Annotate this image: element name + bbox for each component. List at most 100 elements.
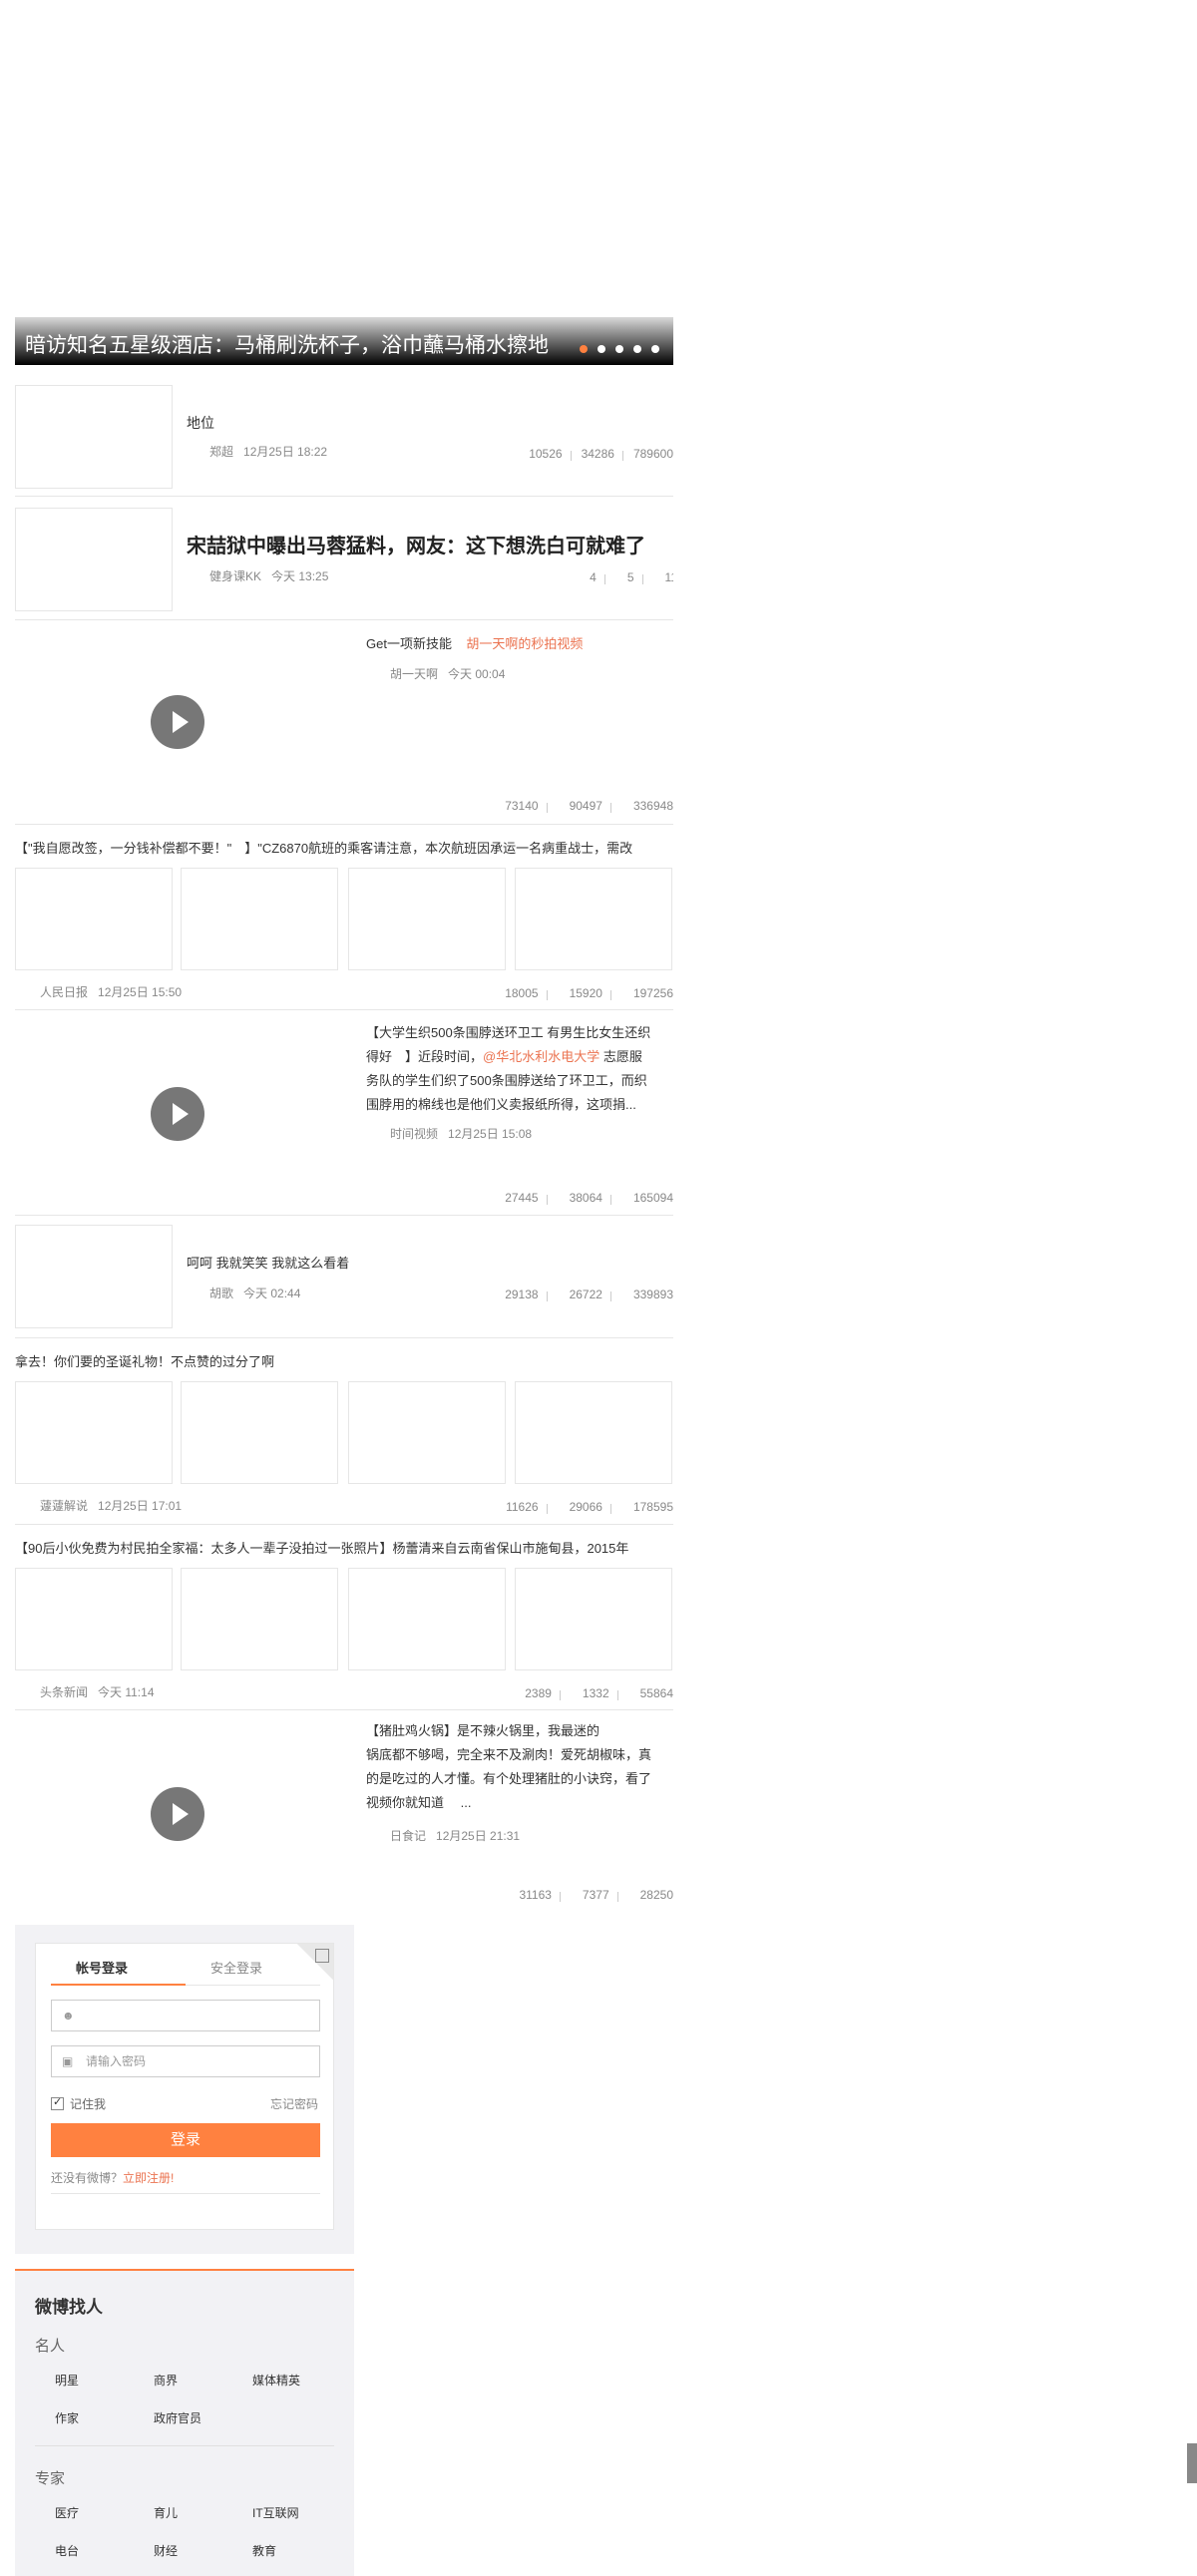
comment-count[interactable]: 34286	[572, 447, 614, 461]
comment-count[interactable]: 1332	[561, 1686, 609, 1700]
comment-count[interactable]: 26722	[548, 1288, 602, 1301]
password-input[interactable]	[86, 2052, 305, 2070]
card-author[interactable]: 胡歌	[209, 1287, 233, 1300]
repost-count[interactable]: 10526	[519, 447, 562, 461]
card-text[interactable]: 【猪肚鸡火锅】是不辣火锅里，我最迷的 锅底都不够喝，完全来不及涮肉！爱死胡椒味，…	[366, 1719, 673, 1815]
remember-checkbox[interactable]	[51, 2095, 64, 2110]
tab-secure-login[interactable]: 安全登录	[210, 1958, 262, 1977]
card-author[interactable]: 健身课KK	[209, 569, 261, 583]
category-item[interactable]: 育儿	[154, 2504, 178, 2521]
banner-dot[interactable]	[580, 345, 588, 353]
qr-code-icon[interactable]	[297, 1944, 333, 1980]
repost-count[interactable]: 11626	[496, 1500, 538, 1514]
banner-dot[interactable]	[633, 345, 641, 353]
category-item[interactable]: 明星	[55, 2372, 79, 2389]
card-author[interactable]: 头条新闻	[40, 1685, 88, 1699]
card-thumbnail[interactable]	[15, 508, 173, 611]
card-author[interactable]: 郑超	[209, 445, 233, 459]
password-field[interactable]: ▣	[51, 2045, 320, 2077]
card-author[interactable]: 蘧蘧解说	[40, 1499, 88, 1513]
card-image[interactable]	[15, 1381, 173, 1484]
category-item[interactable]: 商界	[154, 2372, 178, 2389]
card-image[interactable]	[348, 868, 506, 970]
card-thumbnail[interactable]	[15, 385, 173, 489]
category-item[interactable]: 财经	[154, 2542, 178, 2559]
like-count[interactable]: 789600	[623, 447, 673, 461]
card-text[interactable]: 【90后小伙免费为村民拍全家福：太多人一辈子没拍过一张照片】杨蕾清来自云南省保山…	[15, 1538, 628, 1557]
card-time: 12月25日 18:22	[243, 445, 328, 459]
like-count[interactable]: 28250	[618, 1888, 673, 1902]
card-title[interactable]: 地位	[187, 413, 214, 433]
username-input[interactable]	[86, 2007, 305, 2024]
category-item[interactable]: 教育	[252, 2542, 276, 2559]
card-text[interactable]: 拿去！你们要的圣诞礼物！不点赞的过分了啊	[15, 1351, 274, 1370]
card-author[interactable]: 胡一天啊	[390, 667, 438, 681]
like-count[interactable]: 55864	[618, 1686, 673, 1700]
category-item[interactable]: 电台	[55, 2542, 79, 2559]
card-image[interactable]	[15, 868, 173, 970]
card-image[interactable]	[348, 1381, 506, 1484]
card-image[interactable]	[348, 1568, 506, 1670]
login-button[interactable]: 登录	[51, 2123, 320, 2157]
username-field[interactable]: ☻	[51, 2000, 320, 2031]
like-count[interactable]: 11	[643, 570, 673, 584]
forgot-password-link[interactable]: 忘记密码	[270, 2095, 318, 2112]
category-item[interactable]: IT互联网	[252, 2504, 299, 2521]
repost-count[interactable]: 29138	[495, 1288, 538, 1301]
feed-card: 【"我自愿改签，一分钱补偿都不要！" 】"CZ6870航班的乘客请注意，本次航班…	[15, 826, 673, 1010]
comment-count[interactable]: 5	[605, 570, 634, 584]
play-icon[interactable]	[151, 1787, 204, 1841]
like-count[interactable]: 339893	[611, 1288, 673, 1301]
register-link[interactable]: 立即注册!	[123, 2171, 174, 2185]
repost-count[interactable]: 31163	[509, 1888, 551, 1902]
comment-count[interactable]: 7377	[561, 1888, 609, 1902]
card-title[interactable]: 宋喆狱中曝出马蓉猛料，网友：这下想洗白可就难了	[187, 530, 645, 558]
like-count[interactable]: 336948	[611, 799, 673, 813]
banner-dot[interactable]	[598, 345, 605, 353]
back-to-top-tab[interactable]	[1187, 2443, 1197, 2483]
card-image[interactable]	[15, 1568, 173, 1670]
comment-count[interactable]: 38064	[548, 1191, 602, 1205]
card-image[interactable]	[515, 1568, 672, 1670]
headline-banner[interactable]: 暗访知名五星级酒店：马桶刷洗杯子，浴巾蘸马桶水擦地	[15, 317, 673, 365]
repost-count[interactable]: 2389	[515, 1686, 552, 1700]
repost-count[interactable]: 27445	[495, 1191, 538, 1205]
banner-title[interactable]: 暗访知名五星级酒店：马桶刷洗杯子，浴巾蘸马桶水擦地	[25, 329, 549, 359]
card-text[interactable]: 【"我自愿改签，一分钱补偿都不要！" 】"CZ6870航班的乘客请注意，本次航班…	[15, 838, 632, 857]
comment-count[interactable]: 29066	[548, 1500, 602, 1514]
card-image[interactable]	[181, 1381, 338, 1484]
card-author[interactable]: 人民日报	[40, 985, 88, 999]
banner-dot[interactable]	[651, 345, 659, 353]
like-count[interactable]: 178595	[611, 1500, 673, 1514]
comment-count[interactable]: 15920	[548, 986, 602, 1000]
card-author[interactable]: 时间视频	[390, 1127, 438, 1141]
card-image[interactable]	[515, 868, 672, 970]
card-thumbnail[interactable]	[15, 1225, 173, 1328]
card-title[interactable]: Get一项新技能 胡一天啊的秒拍视频	[366, 633, 583, 652]
card-title[interactable]: 呵呵 我就笑笑 我就这么看着	[187, 1253, 349, 1272]
tab-account-login[interactable]: 帐号登录	[76, 1958, 128, 1977]
video-link[interactable]: 胡一天啊的秒拍视频	[466, 636, 583, 651]
comment-count[interactable]: 90497	[548, 799, 602, 813]
category-item[interactable]: 医疗	[55, 2504, 79, 2521]
category-item[interactable]: 政府官员	[154, 2409, 201, 2426]
play-icon[interactable]	[151, 695, 204, 749]
card-author[interactable]: 日食记	[390, 1829, 426, 1843]
card-text[interactable]: 【大学生织500条围脖送环卫工 有男生比女生还织 得好 】近段时间，@华北水利水…	[366, 1021, 673, 1117]
lock-icon: ▣	[62, 2054, 74, 2068]
card-image[interactable]	[181, 868, 338, 970]
like-count[interactable]: 197256	[611, 986, 673, 1000]
banner-dot[interactable]	[615, 345, 623, 353]
play-icon[interactable]	[151, 1087, 204, 1141]
repost-count[interactable]: 18005	[495, 986, 538, 1000]
card-image[interactable]	[181, 1568, 338, 1670]
category-item[interactable]: 媒体精英	[252, 2372, 300, 2389]
repost-count[interactable]: 4	[580, 570, 597, 584]
like-count[interactable]: 165094	[611, 1191, 673, 1205]
repost-count[interactable]: 73140	[495, 799, 538, 813]
mention-link[interactable]: @华北水利水电大学	[483, 1049, 599, 1064]
category-item[interactable]: 作家	[55, 2409, 79, 2426]
card-image[interactable]	[515, 1381, 672, 1484]
divider	[35, 2445, 334, 2446]
remember-me[interactable]: 记住我	[51, 2095, 106, 2112]
